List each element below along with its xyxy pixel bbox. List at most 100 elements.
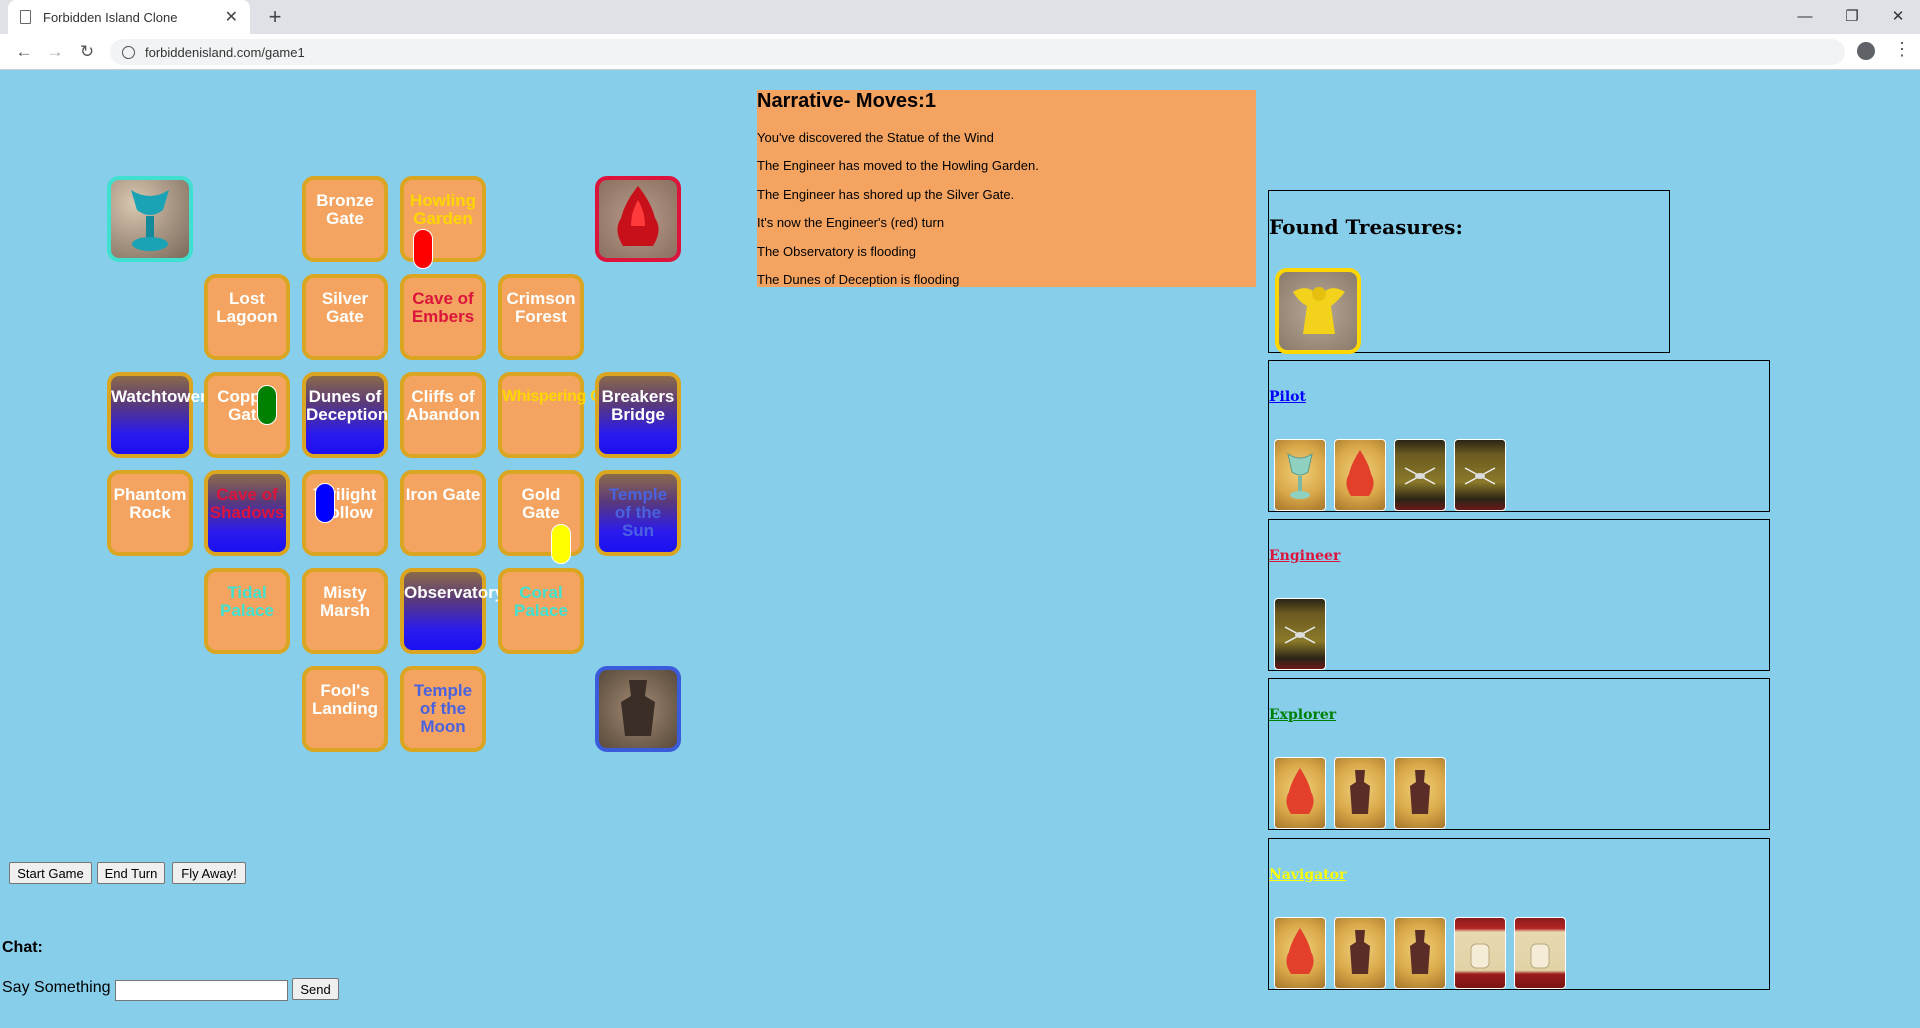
sandbags-card[interactable] (1454, 917, 1506, 989)
tile-phantom-rock[interactable]: Phantom Rock (107, 470, 193, 556)
address-bar[interactable]: forbiddenisland.com/game1 (110, 39, 1845, 65)
tile-lost-lagoon[interactable]: Lost Lagoon (204, 274, 290, 360)
end-turn-button[interactable]: End Turn (97, 862, 165, 884)
browser-toolbar: ← → ↻ forbiddenisland.com/game1 ⋮ (0, 34, 1920, 70)
player-panel-engineer: Engineer (1268, 519, 1770, 671)
tile-watchtower[interactable]: Watchtower (107, 372, 207, 458)
chalice-treasure-tile[interactable] (107, 176, 193, 262)
navigator-pawn[interactable] (551, 524, 571, 564)
forward-icon[interactable]: → (43, 40, 67, 64)
earth-stone-icon (1410, 770, 1430, 814)
narrative-line: You've discovered the Statue of the Wind (757, 130, 994, 145)
chalice-icon (1287, 452, 1313, 499)
tile-cave-of-embers[interactable]: Cave of Embers (400, 274, 486, 360)
back-icon[interactable]: ← (12, 40, 36, 64)
helicopter-lift-card[interactable] (1454, 439, 1506, 511)
fire-crystal-card[interactable] (1274, 917, 1326, 989)
player-name-pilot[interactable]: Pilot (1269, 389, 1306, 405)
send-button[interactable]: Send (292, 978, 339, 1000)
earth-stone-icon (1350, 770, 1370, 814)
tile-silver-gate[interactable]: Silver Gate (302, 274, 388, 360)
pilot-pawn[interactable] (315, 483, 335, 523)
reload-icon[interactable]: ↻ (75, 40, 99, 64)
found-treasures-panel: Found Treasures: (1268, 190, 1670, 354)
earth-stone-icon (621, 680, 655, 736)
found-treasures-title: Found Treasures: (1269, 215, 1463, 239)
statue-of-the-wind-icon (1293, 287, 1345, 334)
tile-temple-of-the-sun[interactable]: Temple of the Sun (595, 470, 681, 556)
earth-stone-card[interactable] (1334, 917, 1386, 989)
site-info-icon[interactable] (122, 45, 135, 59)
narrative-line: The Engineer has shored up the Silver Ga… (757, 187, 1015, 202)
helicopter-icon (1404, 467, 1436, 485)
helicopter-icon (1284, 626, 1316, 644)
profile-icon[interactable] (1857, 42, 1875, 60)
browser-tab[interactable]: Forbidden Island Clone ✕ (8, 0, 250, 34)
narrative-line: It's now the Engineer's (red) turn (757, 215, 945, 230)
chalice-card[interactable] (1274, 439, 1326, 511)
earth-stone-card[interactable] (1394, 757, 1446, 829)
tile-iron-gate[interactable]: Iron Gate (400, 470, 486, 556)
fire-crystal-card[interactable] (1274, 757, 1326, 829)
sandbags-card[interactable] (1514, 917, 1566, 989)
tile-tidal-palace[interactable]: Tidal Palace (204, 568, 290, 654)
fly-away-button[interactable]: Fly Away! (172, 862, 246, 884)
helicopter-icon (1464, 467, 1496, 485)
player-name-explorer[interactable]: Explorer (1269, 707, 1336, 723)
restore-icon[interactable]: ❐ (1832, 4, 1872, 30)
tile-temple-of-the-moon[interactable]: Temple of the Moon (400, 666, 486, 752)
fire-crystal-card[interactable] (1334, 439, 1386, 511)
tab-title: Forbidden Island Clone (43, 9, 178, 25)
page-icon (20, 10, 31, 24)
narrative-title: Narrative- Moves:1 (757, 90, 936, 112)
tile-whispering-garden[interactable]: Whispering Garden (498, 372, 645, 458)
fire-crystal-icon (1286, 768, 1314, 814)
url-text: forbiddenisland.com/game1 (145, 44, 305, 60)
tile-gold-gate[interactable]: Gold Gate (498, 470, 584, 556)
player-panel-explorer: Explorer (1268, 678, 1770, 830)
tile-coral-palace[interactable]: Coral Palace (498, 568, 584, 654)
tile-misty-marsh[interactable]: Misty Marsh (302, 568, 388, 654)
tile-fools-landing[interactable]: Fool's Landing (302, 666, 388, 752)
narrative-line: The Engineer has moved to the Howling Ga… (757, 158, 1039, 173)
tile-dunes-of-deception[interactable]: Dunes of Deception (302, 372, 388, 458)
earth-stone-treasure-tile[interactable] (595, 666, 681, 752)
chat-label: Chat: (2, 939, 43, 956)
close-tab-icon[interactable]: ✕ (225, 7, 238, 27)
tile-copper-gate[interactable]: Copper Gate (204, 372, 290, 458)
crystal-treasure-tile[interactable] (595, 176, 681, 262)
earth-stone-card[interactable] (1394, 917, 1446, 989)
say-something-label: Say Something (2, 979, 111, 996)
helicopter-lift-card[interactable] (1394, 439, 1446, 511)
narrative-line: The Observatory is flooding (757, 244, 916, 259)
player-name-engineer[interactable]: Engineer (1269, 548, 1340, 564)
tile-cliffs-of-abandon[interactable]: Cliffs of Abandon (400, 372, 486, 458)
chat-input[interactable] (115, 980, 288, 1001)
tile-observatory[interactable]: Observatory (400, 568, 504, 654)
sandbags-icon (1470, 943, 1490, 969)
fire-crystal-icon (1346, 450, 1374, 496)
earth-stone-card[interactable] (1334, 757, 1386, 829)
helicopter-lift-card[interactable] (1274, 598, 1326, 670)
chalice-icon (131, 190, 169, 251)
explorer-pawn[interactable] (257, 385, 277, 425)
tile-crimson-forest[interactable]: Crimson Forest (498, 274, 584, 360)
player-panel-navigator: Navigator (1268, 838, 1770, 990)
narrative-panel: Narrative- Moves:1 You've discovered the… (757, 90, 1256, 287)
player-name-navigator[interactable]: Navigator (1269, 867, 1346, 883)
engineer-pawn[interactable] (413, 229, 433, 269)
statue-of-the-wind-treasure (1275, 268, 1361, 354)
menu-dots-icon[interactable]: ⋮ (1893, 39, 1911, 60)
tile-cave-of-shadows[interactable]: Cave of Shadows (204, 470, 290, 556)
earth-stone-icon (1350, 930, 1370, 974)
close-window-icon[interactable]: ✕ (1878, 4, 1918, 30)
start-game-button[interactable]: Start Game (9, 862, 92, 884)
tile-breakers-bridge[interactable]: Breakers Bridge (595, 372, 681, 458)
browser-tab-strip: Forbidden Island Clone ✕ + — ❐ ✕ (0, 0, 1920, 34)
earth-stone-icon (1410, 930, 1430, 974)
narrative-line: The Dunes of Deception is flooding (757, 272, 960, 287)
tile-bronze-gate[interactable]: Bronze Gate (302, 176, 388, 262)
fire-crystal-icon (617, 186, 659, 246)
new-tab-icon[interactable]: + (262, 4, 288, 30)
minimize-icon[interactable]: — (1785, 4, 1825, 30)
